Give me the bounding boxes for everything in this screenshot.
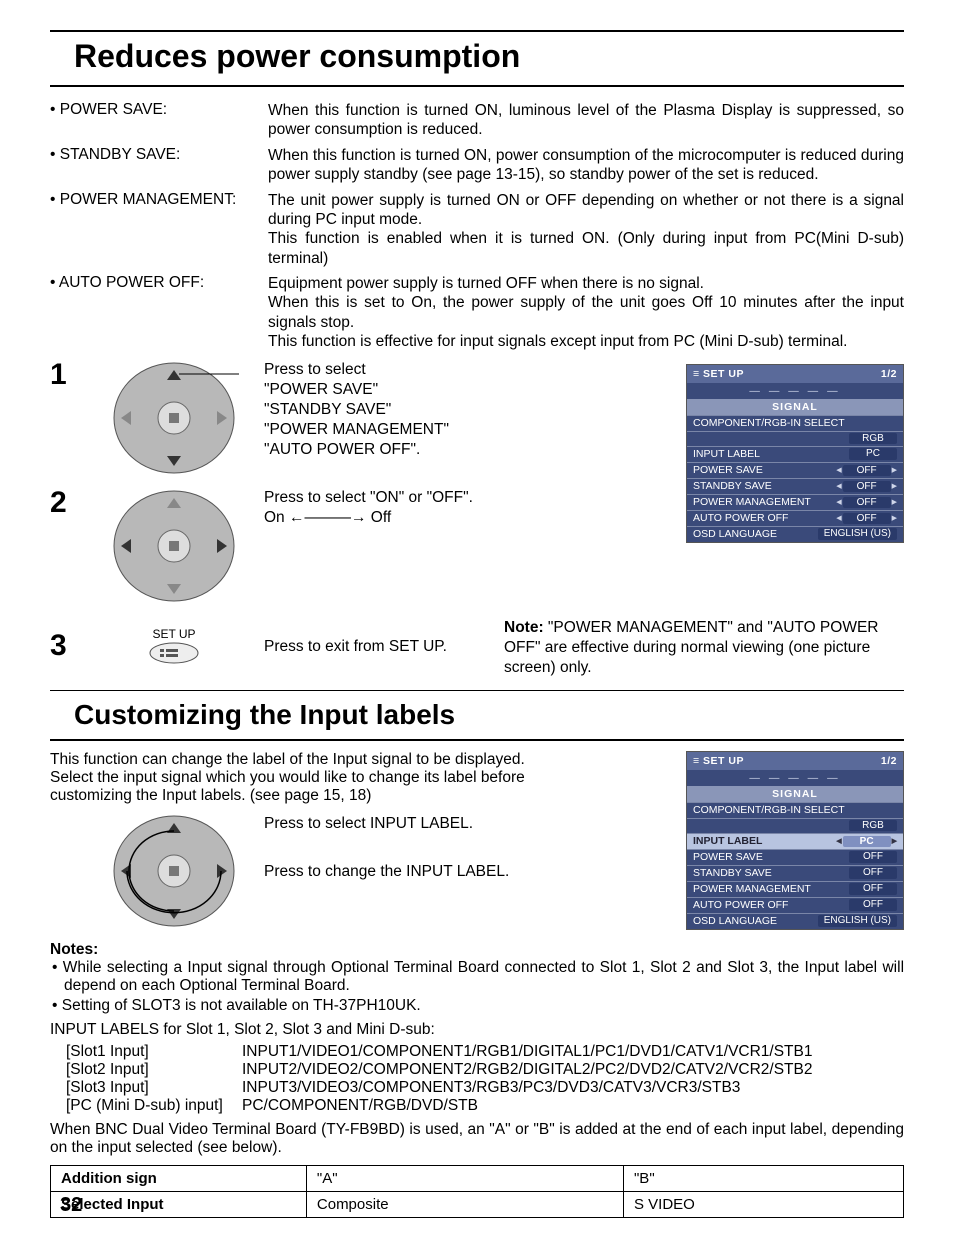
feature-desc: When this function is turned ON, power c… (268, 146, 904, 185)
intro-text: This function can change the label of th… (50, 751, 610, 805)
labels-heading: INPUT LABELS for Slot 1, Slot 2, Slot 3 … (50, 1021, 904, 1039)
note-item: While selecting a Input signal through O… (50, 959, 904, 995)
feature-desc: Equipment power supply is turned OFF whe… (268, 274, 904, 352)
feature-row: • STANDBY SAVE: When this function is tu… (50, 146, 904, 185)
table-cell: Composite (306, 1191, 623, 1217)
input-labels-list: [Slot1 Input]INPUT1/VIDEO1/COMPONENT1/RG… (50, 1043, 904, 1115)
dpad-icon (109, 358, 239, 478)
step-number: 3 (50, 629, 84, 663)
feature-row: • POWER SAVE: When this function is turn… (50, 101, 904, 140)
step-number: 2 (50, 486, 84, 520)
osd-setup-menu-1: ≡ SET UP1/2 — — — — — SIGNAL COMPONENT/R… (686, 364, 904, 543)
dpad-icon (109, 486, 239, 606)
bnc-note: When BNC Dual Video Terminal Board (TY-F… (50, 1121, 904, 1157)
dpad-icon (109, 811, 239, 931)
feature-label: • STANDBY SAVE: (50, 146, 268, 185)
feature-desc: The unit power supply is turned ON or OF… (268, 191, 904, 269)
section-title: Customizing the Input labels (50, 699, 904, 741)
feature-desc: When this function is turned ON, luminou… (268, 101, 904, 140)
addition-table: Addition sign "A" "B" Selected Input Com… (50, 1165, 904, 1218)
setup-button-icon (146, 641, 202, 665)
table-header: Addition sign (51, 1165, 307, 1191)
feature-row: • POWER MANAGEMENT: The unit power suppl… (50, 191, 904, 269)
table-cell: "A" (306, 1165, 623, 1191)
page-title-bar: Reduces power consumption (50, 30, 904, 87)
step-number: 1 (50, 358, 84, 392)
osd-setup-menu-2: ≡ SET UP1/2 — — — — — SIGNAL COMPONENT/R… (686, 751, 904, 930)
feature-label: • POWER SAVE: (50, 101, 268, 140)
feature-label: • AUTO POWER OFF: (50, 274, 268, 352)
table-cell: "B" (623, 1165, 903, 1191)
notes-heading: Notes: (50, 941, 904, 959)
note-item: Setting of SLOT3 is not available on TH-… (50, 997, 904, 1015)
step-3: 3 SET UP Press to exit from SET UP. Note… (50, 614, 904, 678)
feature-list: • POWER SAVE: When this function is turn… (50, 101, 904, 352)
step-text: Press to exit from SET UP. (264, 637, 464, 657)
notes-block: Notes: While selecting a Input signal th… (50, 941, 904, 1015)
page-title: Reduces power consumption (74, 38, 904, 75)
feature-label: • POWER MANAGEMENT: (50, 191, 268, 269)
note-block: Note: "POWER MANAGEMENT" and "AUTO POWER… (504, 618, 904, 678)
table-cell: S VIDEO (623, 1191, 903, 1217)
setup-button-label: SET UP (152, 627, 195, 641)
page-number: 32 (60, 1194, 82, 1217)
table-header: Selected Input (51, 1191, 307, 1217)
feature-row: • AUTO POWER OFF: Equipment power supply… (50, 274, 904, 352)
